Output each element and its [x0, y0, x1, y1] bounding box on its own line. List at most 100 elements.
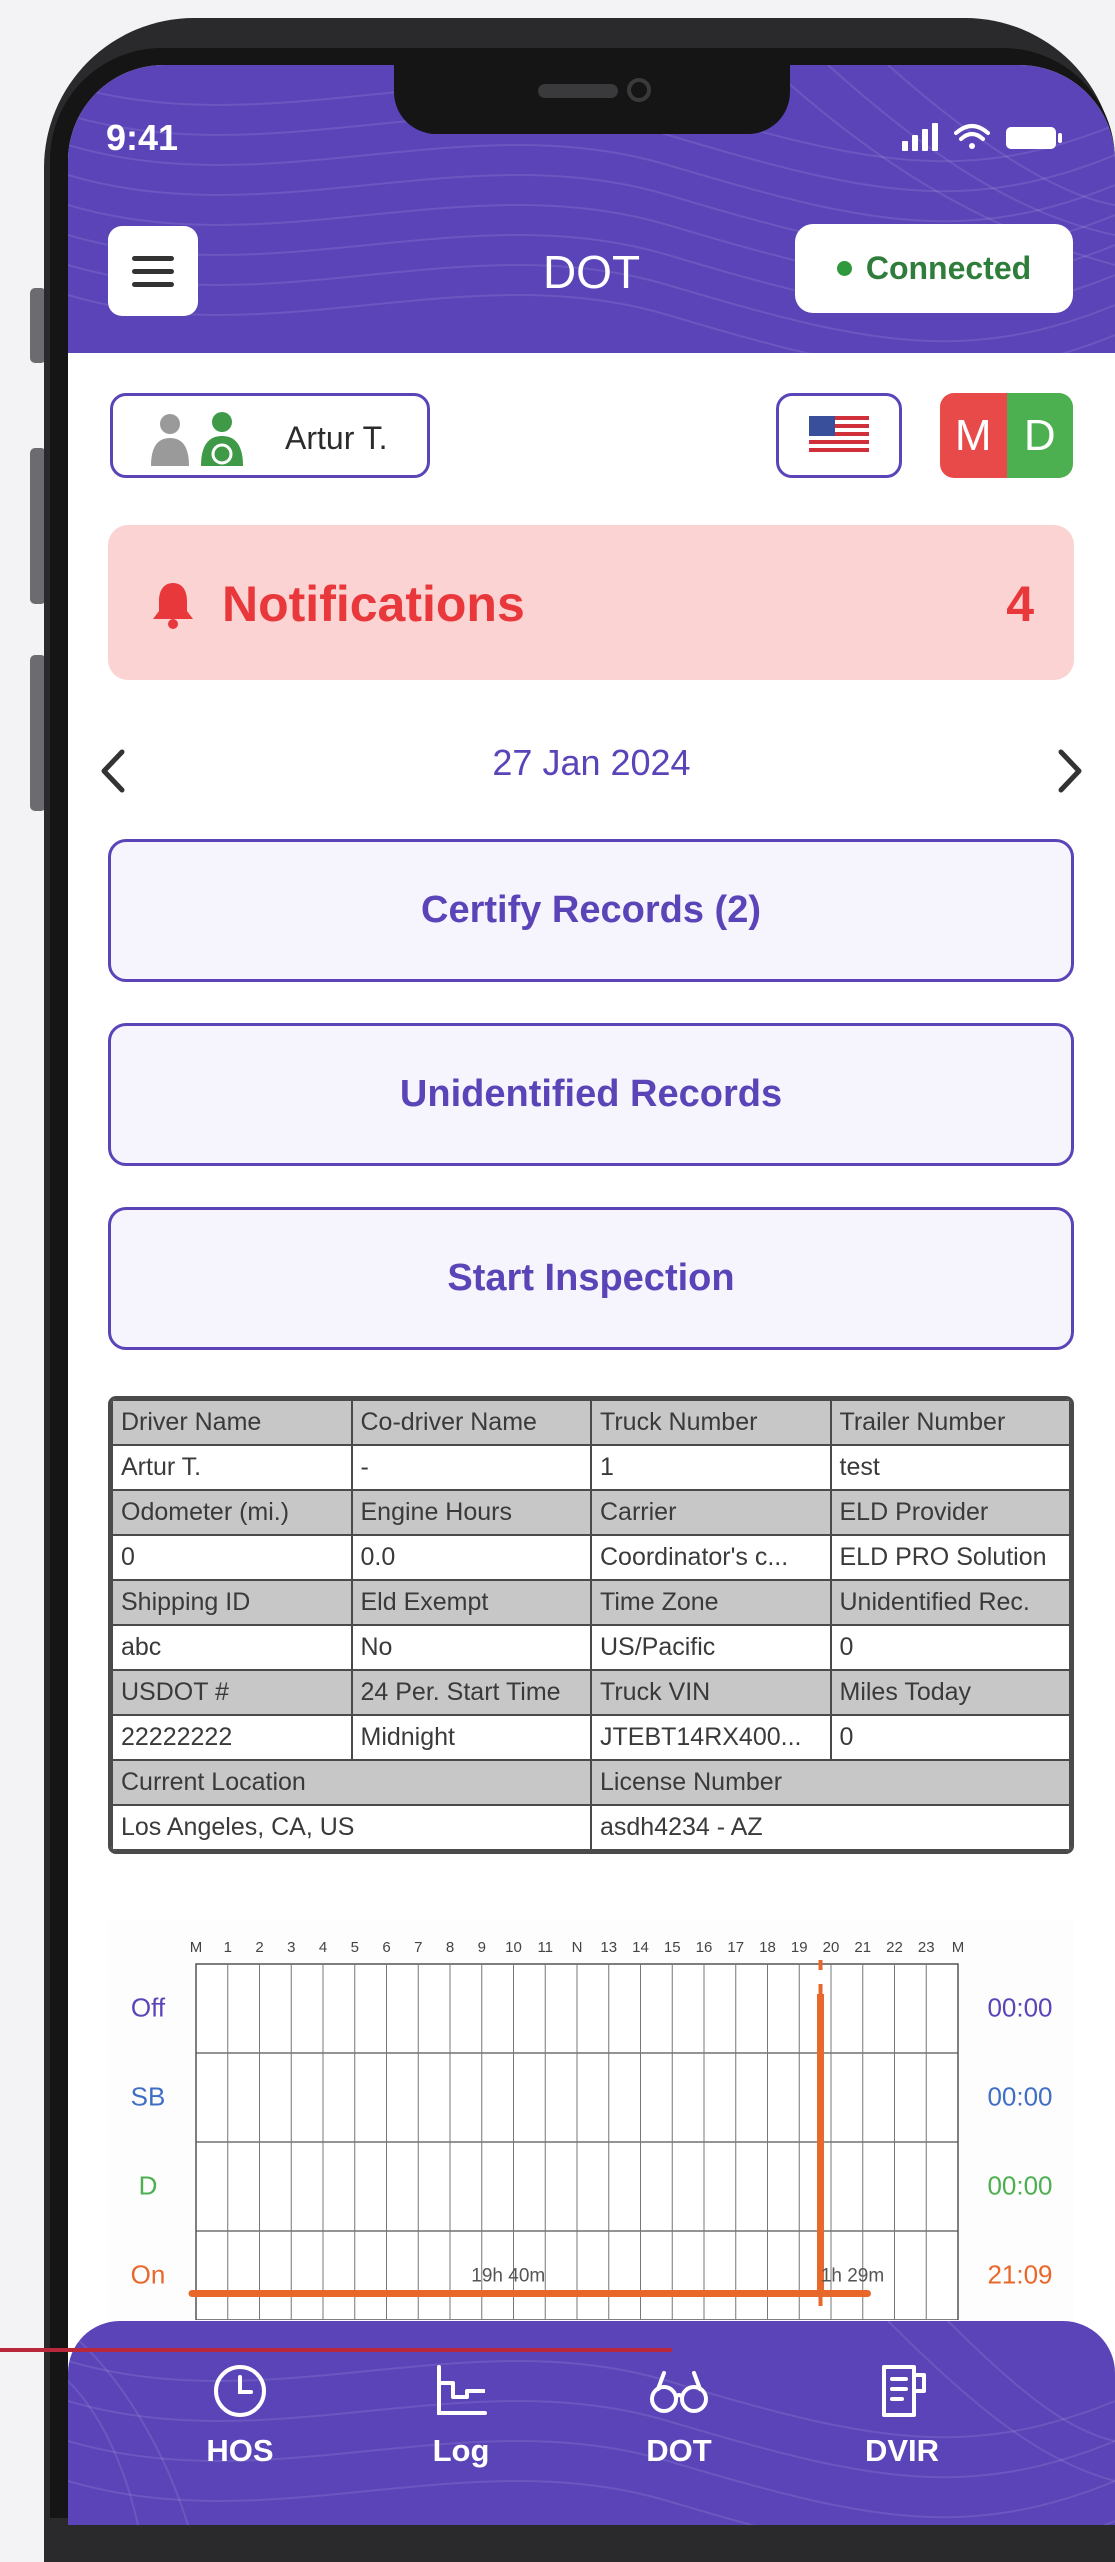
tab-dvir-label: DVIR	[864, 2433, 940, 2468]
tab-log[interactable]: Log	[391, 2361, 531, 2469]
graph-hour-label: 17	[727, 1939, 744, 1956]
graph-hour-label: 1	[224, 1939, 232, 1956]
info-value-cell: 22222222	[111, 1714, 353, 1761]
info-value-cell: ELD PRO Solution	[829, 1534, 1071, 1581]
country-rules-button[interactable]	[776, 393, 902, 478]
graph-hour-label: 7	[414, 1939, 422, 1956]
info-header-cell: USDOT #	[111, 1669, 353, 1716]
info-header-cell: Co-driver Name	[350, 1399, 592, 1446]
tab-hos-label: HOS	[206, 2433, 274, 2468]
info-header-row: USDOT #24 Per. Start Time Truck VIN Miles …	[111, 1669, 1071, 1716]
info-value-cell: 0	[829, 1714, 1071, 1761]
info-value-row: Los Angeles, CA, US asdh4234 - AZ	[111, 1804, 1071, 1851]
driver-name: Artur T.	[285, 420, 388, 456]
graph-row-total: 21:09	[987, 2260, 1052, 2290]
info-header-cell: Time Zone	[590, 1579, 832, 1626]
notifications-label: Notifications	[222, 576, 525, 632]
app-header: 9:41 DOT Connected	[68, 65, 1115, 353]
drivers-icon	[151, 412, 243, 466]
log-graph-svg: M 1 2 3 4 5 6 7 8 9 10 11 N 13 14 15 16 17 18 19 20 21 22 23 MOf…	[131, 1939, 1053, 2324]
graph-row-total: 00:00	[987, 1993, 1052, 2023]
graph-hour-label: 11	[537, 1939, 553, 1956]
graph-hour-label: 16	[696, 1939, 713, 1956]
info-header-row: Odometer (mi.) Engine Hours Carrier ELD Pro…	[111, 1489, 1071, 1536]
info-value-cell: -	[350, 1444, 592, 1491]
info-value-cell: test	[829, 1444, 1071, 1491]
info-header-cell: Engine Hours	[350, 1489, 592, 1536]
info-value-cell: JTEBT14RX400...	[590, 1714, 832, 1761]
date-navigator: 27 Jan 2024	[68, 730, 1115, 800]
graph-hour-label: 20	[823, 1939, 840, 1956]
info-value-cell: No	[350, 1624, 592, 1671]
info-header-cell: Truck Number	[590, 1399, 832, 1446]
info-header-cell: ELD Provider	[829, 1489, 1071, 1536]
info-value-cell: Los Angeles, CA, US	[111, 1804, 592, 1851]
info-value-cell: 0.0	[350, 1534, 592, 1581]
graph-hour-label: 14	[632, 1939, 649, 1956]
graph-hour-label: 18	[759, 1939, 776, 1956]
info-header-cell: Driver Name	[111, 1399, 353, 1446]
graph-hour-label: 13	[600, 1939, 617, 1956]
report-icon	[882, 2365, 926, 2417]
graph-segment-duration: 1h 29m	[821, 2266, 884, 2287]
graph-hour-label: 8	[446, 1939, 454, 1956]
unidentified-records-button[interactable]: Unidentified Records	[108, 1023, 1074, 1166]
chart-step-icon	[437, 2365, 487, 2415]
duty-mode-badge[interactable]: M D	[940, 393, 1073, 478]
graph-row-total: 00:00	[987, 2082, 1052, 2112]
camera	[627, 78, 651, 102]
signal-icon	[902, 123, 938, 151]
info-value-row: abc No US/Pacific 0	[111, 1624, 1071, 1671]
speaker	[538, 84, 618, 98]
info-header-cell: Truck VIN	[590, 1669, 832, 1716]
tab-hos[interactable]: HOS	[170, 2361, 310, 2469]
start-inspection-button[interactable]: Start Inspection	[108, 1207, 1074, 1350]
graph-row-label: SB	[131, 2082, 166, 2112]
graph-hour-label: 2	[255, 1939, 263, 1956]
graph-hour-label: 3	[287, 1939, 295, 1956]
info-header-cell: Odometer (mi.)	[111, 1489, 353, 1536]
info-value-row: Artur T. -1 test	[111, 1444, 1071, 1491]
notifications-banner[interactable]: Notifications 4	[108, 525, 1074, 680]
info-header-cell: Eld Exempt	[350, 1579, 592, 1626]
info-value-row: 22222222 Midnight JTEBT14RX400... 0	[111, 1714, 1071, 1761]
graph-hour-label: 6	[382, 1939, 390, 1956]
info-value-cell: 1	[590, 1444, 832, 1491]
tab-log-label: Log	[432, 2433, 490, 2468]
tab-dot[interactable]: DOT	[609, 2361, 749, 2469]
tab-dvir[interactable]: DVIR	[832, 2361, 972, 2469]
graph-row-total: 00:00	[987, 2171, 1052, 2201]
certify-records-button[interactable]: Certify Records (2)	[108, 839, 1074, 982]
info-value-cell: US/Pacific	[590, 1624, 832, 1671]
info-header-cell: Unidentified Rec.	[829, 1579, 1071, 1626]
duty-mode-right: D	[1006, 393, 1073, 478]
graph-hour-label: 9	[478, 1939, 486, 1956]
info-value-cell: abc	[111, 1624, 353, 1671]
status-icons	[896, 119, 1076, 158]
graph-hour-label: M	[952, 1939, 965, 1956]
graph-hour-label: 21	[854, 1939, 871, 1956]
graph-hour-label: 19	[791, 1939, 808, 1956]
info-value-cell: Midnight	[350, 1714, 592, 1761]
info-header-row: Driver Name Co-driver Name Truck Number Tra…	[111, 1399, 1071, 1446]
connection-label: Connected	[865, 250, 1032, 286]
graph-hour-label: M	[190, 1939, 203, 1956]
graph-hour-label: 23	[918, 1939, 935, 1956]
us-flag-icon	[809, 416, 869, 456]
current-date: 27 Jan 2024	[492, 742, 691, 783]
next-day-chevron-icon[interactable]	[1055, 748, 1085, 794]
status-time: 9:41	[106, 117, 179, 158]
phone-screen: 9:41 DOT Connected Artur T. M D Notifica…	[68, 65, 1115, 2525]
notch	[394, 65, 790, 134]
connection-status-button[interactable]: Connected	[795, 224, 1073, 313]
info-header-cell: Current Location	[111, 1759, 592, 1806]
bell-icon	[153, 583, 193, 629]
inspection-info-table: Driver Name Co-driver Name Truck Number Tra…	[108, 1396, 1074, 1854]
info-header-cell: License Number	[590, 1759, 1071, 1806]
wifi-icon	[954, 124, 990, 149]
info-header-cell: Carrier	[590, 1489, 832, 1536]
driver-switch-button[interactable]: Artur T.	[110, 393, 430, 478]
info-value-cell: 0	[111, 1534, 353, 1581]
red-annotation-line	[0, 2348, 672, 2352]
connected-dot-icon	[836, 261, 852, 276]
